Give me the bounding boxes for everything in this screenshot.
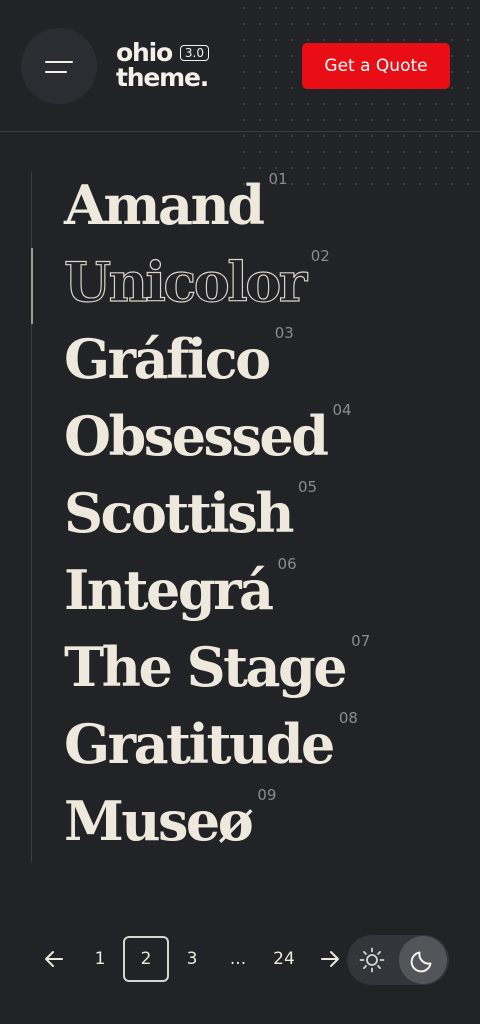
portfolio-item[interactable]: Integrá 06 — [64, 555, 297, 633]
portfolio-item[interactable]: Scottish 05 — [64, 478, 318, 556]
portfolio-item-number: 05 — [297, 478, 318, 496]
pagination-next-button[interactable] — [314, 936, 346, 982]
get-a-quote-button[interactable]: Get a Quote — [302, 43, 450, 89]
portfolio-item[interactable]: Gráfico 03 — [64, 324, 294, 402]
header-divider — [0, 131, 480, 132]
pagination-page-1[interactable]: 1 — [84, 936, 116, 982]
portfolio-item-number: 09 — [257, 786, 277, 804]
arrow-right-icon — [321, 951, 339, 967]
portfolio-item[interactable]: Obsessed 04 — [64, 401, 352, 479]
portfolio-item[interactable]: Unicolor 02 — [63, 247, 330, 325]
portfolio-item-number: 04 — [332, 401, 352, 419]
portfolio-item-title: Gratitude — [64, 712, 335, 776]
portfolio-item-number: 03 — [274, 324, 294, 342]
portfolio-item-number: 07 — [351, 632, 371, 650]
portfolio-item-number: 08 — [338, 709, 358, 727]
portfolio-item-number: 02 — [310, 247, 330, 265]
pagination-page-2[interactable]: 2 — [123, 936, 169, 982]
portfolio-item-title: Museø — [64, 789, 254, 853]
portfolio-item[interactable]: Amand 01 — [64, 170, 288, 248]
portfolio-item-title: Amand — [64, 173, 265, 237]
pagination-ellipsis: ... — [229, 949, 247, 969]
dot-grid-decoration — [236, 0, 480, 196]
logo-text-theme: theme. — [116, 63, 209, 92]
portfolio-item-number: 06 — [277, 555, 297, 573]
portfolio-item-title: Obsessed — [64, 404, 329, 468]
moon-icon — [410, 951, 432, 973]
pagination-page-24[interactable]: 24 — [264, 936, 304, 982]
logo[interactable]: ohio 3.0 theme. — [116, 40, 209, 90]
portfolio-item-title: Gráfico — [64, 327, 271, 391]
portfolio-item-title: Scottish — [64, 481, 294, 545]
portfolio-item[interactable]: Gratitude 08 — [64, 709, 358, 787]
pagination-prev-button[interactable] — [38, 936, 70, 982]
portfolio-item-number: 01 — [268, 170, 288, 188]
portfolio-item[interactable]: The Stage 07 — [64, 632, 371, 710]
logo-version-badge: 3.0 — [179, 44, 210, 61]
theme-toggle[interactable] — [347, 935, 449, 985]
portfolio-item-title: Unicolor — [63, 249, 307, 314]
theme-toggle-knob — [399, 936, 447, 984]
logo-text-ohio: ohio — [116, 38, 173, 67]
list-progress-indicator — [31, 248, 33, 324]
arrow-left-icon — [45, 951, 63, 967]
sun-icon — [357, 945, 387, 975]
hamburger-icon — [45, 59, 73, 73]
pagination-page-3[interactable]: 3 — [176, 936, 208, 982]
portfolio-item-title: The Stage — [64, 635, 348, 699]
portfolio-item-title: Integrá — [64, 558, 274, 622]
menu-button[interactable] — [21, 28, 97, 104]
portfolio-item[interactable]: Museø 09 — [64, 786, 277, 864]
